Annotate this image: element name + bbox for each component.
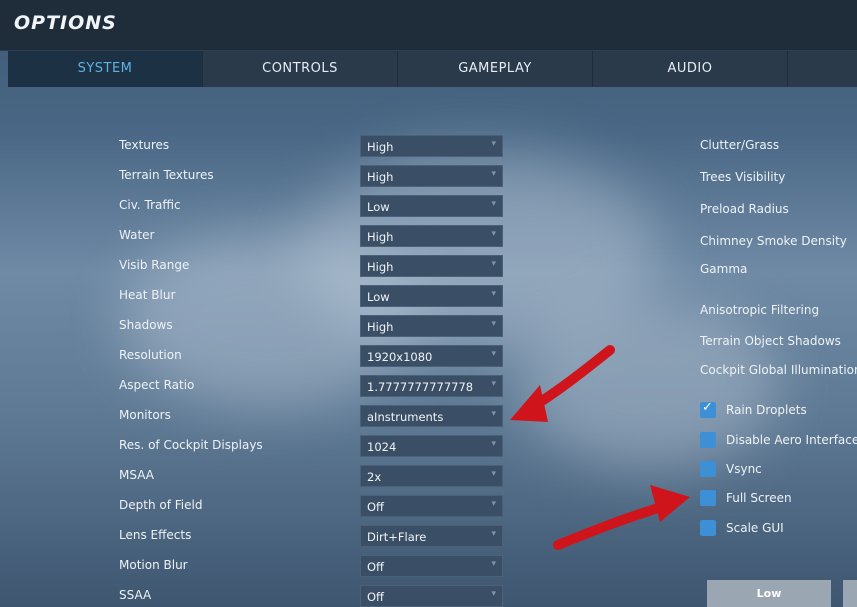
setting-label: SSAA (119, 588, 152, 602)
textures-dropdown[interactable]: High ▾ (360, 135, 503, 157)
tab-audio[interactable]: AUDIO (593, 51, 788, 87)
chevron-down-icon: ▾ (491, 529, 496, 539)
rain-droplets-checkbox[interactable]: ✓ (700, 400, 716, 418)
setting-label: Chimney Smoke Density (700, 234, 847, 248)
msaa-dropdown[interactable]: 2x ▾ (360, 465, 503, 487)
motion-blur-dropdown[interactable]: Off ▾ (360, 555, 503, 577)
checkbox-label: Disable Aero Interface (726, 433, 857, 447)
chevron-down-icon: ▾ (491, 439, 496, 449)
checkbox-label: Scale GUI (726, 521, 784, 535)
setting-label: Water (119, 228, 155, 242)
lens-effects-dropdown[interactable]: Dirt+Flare ▾ (360, 525, 503, 547)
chevron-down-icon: ▾ (491, 319, 496, 329)
chevron-down-icon: ▾ (491, 349, 496, 359)
setting-label: Lens Effects (119, 528, 192, 542)
setting-label: Textures (119, 138, 170, 152)
dropdown-value: High (367, 260, 394, 274)
setting-label: Clutter/Grass (700, 138, 780, 152)
chevron-down-icon: ▾ (491, 139, 496, 149)
chevron-down-icon: ▾ (491, 199, 496, 209)
setting-label: Monitors (119, 408, 171, 422)
setting-label: Shadows (119, 318, 173, 332)
chevron-down-icon: ▾ (491, 169, 496, 179)
setting-label: Visib Range (119, 258, 190, 272)
setting-label: MSAA (119, 468, 154, 482)
dropdown-value: 1024 (367, 440, 397, 454)
chevron-down-icon: ▾ (491, 559, 496, 569)
tab-system[interactable]: SYSTEM (8, 51, 203, 87)
disable-aero-interface-checkbox[interactable] (700, 432, 716, 448)
cockpit-displays-dropdown[interactable]: 1024 ▾ (360, 435, 503, 457)
setting-label: Preload Radius (700, 202, 789, 216)
window-title: OPTIONS (14, 12, 117, 34)
setting-label: Aspect Ratio (119, 378, 195, 392)
setting-label: Motion Blur (119, 558, 188, 572)
full-screen-checkbox[interactable] (700, 490, 716, 506)
checkbox-label: Vsync (726, 462, 762, 476)
setting-label: Trees Visibility (700, 170, 786, 184)
chevron-down-icon: ▾ (491, 229, 496, 239)
dropdown-value: aInstruments (367, 410, 444, 424)
setting-label: Gamma (700, 262, 748, 276)
dropdown-value: Off (367, 560, 384, 574)
setting-label: Res. of Cockpit Displays (119, 438, 263, 452)
visib-range-dropdown[interactable]: High ▾ (360, 255, 503, 277)
tab-gameplay[interactable]: GAMEPLAY (398, 51, 593, 87)
setting-label: Heat Blur (119, 288, 176, 302)
vsync-checkbox[interactable] (700, 461, 716, 477)
depth-of-field-dropdown[interactable]: Off ▾ (360, 495, 503, 517)
dropdown-value: 2x (367, 470, 382, 484)
dropdown-value: High (367, 170, 394, 184)
tab-controls[interactable]: CONTROLS (203, 51, 398, 87)
chevron-down-icon: ▾ (491, 379, 496, 389)
dropdown-value: High (367, 140, 394, 154)
terrain-textures-dropdown[interactable]: High ▾ (360, 165, 503, 187)
chevron-down-icon: ▾ (491, 469, 496, 479)
preset-low-button[interactable]: Low (707, 580, 831, 607)
scale-gui-checkbox[interactable] (700, 520, 716, 536)
checkbox-label: Full Screen (726, 491, 792, 505)
checkmark-icon: ✓ (702, 400, 713, 415)
title-bar: OPTIONS (0, 0, 857, 51)
dropdown-value: Off (367, 500, 384, 514)
chevron-down-icon: ▾ (491, 259, 496, 269)
ssaa-dropdown[interactable]: Off ▾ (360, 585, 503, 607)
dropdown-value: Dirt+Flare (367, 530, 427, 544)
dropdown-value: 1920x1080 (367, 350, 433, 364)
setting-label: Depth of Field (119, 498, 203, 512)
preset-button[interactable] (843, 580, 857, 607)
setting-label: Cockpit Global Illumination (700, 363, 857, 377)
chevron-down-icon: ▾ (491, 589, 496, 599)
heat-blur-dropdown[interactable]: Low ▾ (360, 285, 503, 307)
setting-label: Terrain Textures (119, 168, 214, 182)
annotation-arrow (553, 500, 673, 550)
monitors-dropdown[interactable]: aInstruments ▾ (360, 405, 503, 427)
dropdown-value: High (367, 230, 394, 244)
dropdown-value: High (367, 320, 394, 334)
water-dropdown[interactable]: High ▾ (360, 225, 503, 247)
tab-bar: SYSTEM CONTROLS GAMEPLAY AUDIO (8, 51, 857, 87)
dropdown-value: 1.7777777777778 (367, 380, 474, 394)
shadows-dropdown[interactable]: High ▾ (360, 315, 503, 337)
dropdown-value: Low (367, 290, 390, 304)
dropdown-value: Low (367, 200, 390, 214)
dropdown-value: Off (367, 590, 384, 604)
chevron-down-icon: ▾ (491, 499, 496, 509)
setting-label: Anisotropic Filtering (700, 303, 820, 317)
checkbox-label: Rain Droplets (726, 403, 807, 417)
aspect-ratio-dropdown[interactable]: 1.7777777777778 ▾ (360, 375, 503, 397)
chevron-down-icon: ▾ (491, 289, 496, 299)
setting-label: Resolution (119, 348, 182, 362)
setting-label: Civ. Traffic (119, 198, 181, 212)
setting-label: Terrain Object Shadows (700, 334, 841, 348)
resolution-dropdown[interactable]: 1920x1080 ▾ (360, 345, 503, 367)
chevron-down-icon: ▾ (491, 409, 496, 419)
civ-traffic-dropdown[interactable]: Low ▾ (360, 195, 503, 217)
arrow-head (650, 485, 690, 522)
